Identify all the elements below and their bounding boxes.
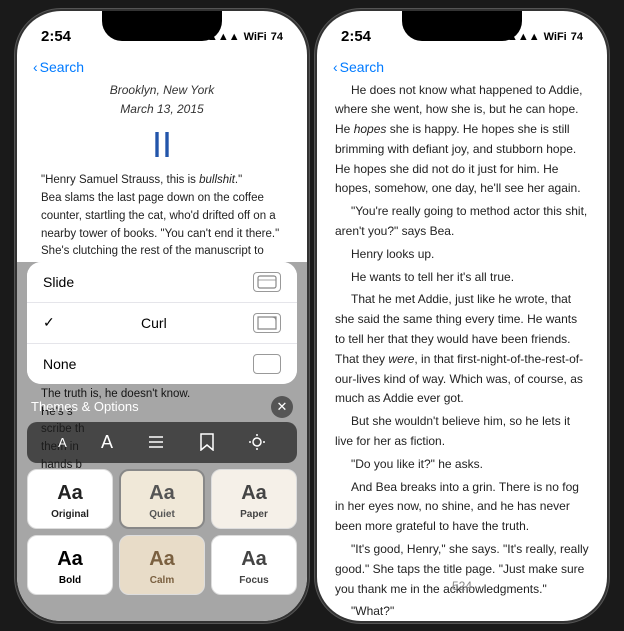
slide-icon <box>253 272 281 292</box>
theme-original-label: Original <box>51 509 89 520</box>
right-phone: 2:54 ▲▲▲ WiFi 74 ‹ Search He does not kn… <box>317 11 607 621</box>
chevron-left-icon-right: ‹ <box>333 59 338 75</box>
r-para-6: But she wouldn't believe him, so he lets… <box>335 412 589 452</box>
toolbar-row: A A <box>27 422 297 463</box>
themes-grid: Aa Original Aa Quiet Aa Paper Aa Bold <box>17 469 307 601</box>
spacing-button[interactable] <box>141 431 171 453</box>
wifi-icon: WiFi <box>244 31 267 43</box>
phones-container: 2:54 ▲▲▲ WiFi 74 ‹ Search Brooklyn, New … <box>17 11 607 621</box>
status-icons-left: ▲▲▲ WiFi 74 <box>207 31 283 43</box>
theme-focus-text: Aa <box>241 548 267 571</box>
none-label: None <box>43 356 76 372</box>
close-button[interactable]: ✕ <box>271 396 293 418</box>
bookmark-button[interactable] <box>194 429 220 455</box>
r-para-5: That he met Addie, just like he wrote, t… <box>335 290 589 409</box>
theme-paper-label: Paper <box>240 509 268 520</box>
scroll-options: Slide ✓ Curl None <box>27 262 297 384</box>
page-number: 524 <box>317 579 607 593</box>
r-para-8: And Bea breaks into a grin. There is no … <box>335 478 589 537</box>
search-bar-right: ‹ Search <box>317 55 607 81</box>
theme-original[interactable]: Aa Original <box>27 469 113 529</box>
notch-left <box>102 11 222 41</box>
r-para-1: He does not know what happened to Addie,… <box>335 81 589 200</box>
theme-focus-label: Focus <box>239 575 268 586</box>
battery-right: 74 <box>571 31 583 43</box>
slide-label: Slide <box>43 274 74 290</box>
search-label-left[interactable]: Search <box>40 59 84 75</box>
font-small-button[interactable]: A <box>52 431 73 454</box>
theme-paper-text: Aa <box>241 482 267 505</box>
r-para-3: Henry looks up. <box>335 245 589 265</box>
curl-option[interactable]: ✓ Curl <box>27 303 297 344</box>
status-icons-right: ▲▲▲ WiFi 74 <box>507 31 583 43</box>
r-para-2: "You're really going to method actor thi… <box>335 202 589 242</box>
close-icon: ✕ <box>277 399 288 415</box>
overlay-panel: Slide ✓ Curl None <box>17 262 307 621</box>
theme-calm[interactable]: Aa Calm <box>119 535 205 595</box>
r-para-4: He wants to tell her it's all true. <box>335 268 589 288</box>
theme-quiet-label: Quiet <box>149 509 175 520</box>
theme-calm-text: Aa <box>149 548 175 571</box>
r-para-10: "What?" <box>335 602 589 620</box>
slide-option[interactable]: Slide <box>27 262 297 303</box>
theme-bold[interactable]: Aa Bold <box>27 535 113 595</box>
theme-quiet-text: Aa <box>149 482 175 505</box>
theme-quiet[interactable]: Aa Quiet <box>119 469 205 529</box>
book-location: Brooklyn, New York March 13, 2015 <box>41 81 283 119</box>
notch-right <box>402 11 522 41</box>
chevron-left-icon: ‹ <box>33 59 38 75</box>
theme-paper[interactable]: Aa Paper <box>211 469 297 529</box>
theme-bold-label: Bold <box>59 575 81 586</box>
theme-calm-label: Calm <box>150 575 174 586</box>
reading-content: He does not know what happened to Addie,… <box>317 81 607 621</box>
search-label-right[interactable]: Search <box>340 59 384 75</box>
wifi-icon-right: WiFi <box>544 31 567 43</box>
curl-icon <box>253 313 281 333</box>
left-phone: 2:54 ▲▲▲ WiFi 74 ‹ Search Brooklyn, New … <box>17 11 307 621</box>
checkmark-icon: ✓ <box>43 314 55 331</box>
brightness-button[interactable] <box>242 429 272 455</box>
chapter-number: II <box>41 123 283 166</box>
themes-header: Themes & Options ✕ <box>17 390 307 422</box>
r-para-7: "Do you like it?" he asks. <box>335 455 589 475</box>
font-large-button[interactable]: A <box>95 428 119 457</box>
search-bar-left: ‹ Search <box>17 55 307 81</box>
curl-label: Curl <box>141 315 167 331</box>
back-button-left[interactable]: ‹ Search <box>33 59 84 75</box>
time-right: 2:54 <box>341 28 371 45</box>
themes-title: Themes & Options <box>31 399 139 414</box>
back-button-right[interactable]: ‹ Search <box>333 59 384 75</box>
theme-original-text: Aa <box>57 482 83 505</box>
none-icon <box>253 354 281 374</box>
para-1: "Henry Samuel Strauss, this is bullshit.… <box>41 172 283 190</box>
none-option[interactable]: None <box>27 344 297 384</box>
theme-focus[interactable]: Aa Focus <box>211 535 297 595</box>
theme-bold-text: Aa <box>57 548 83 571</box>
battery-left: 74 <box>271 31 283 43</box>
time-left: 2:54 <box>41 28 71 45</box>
